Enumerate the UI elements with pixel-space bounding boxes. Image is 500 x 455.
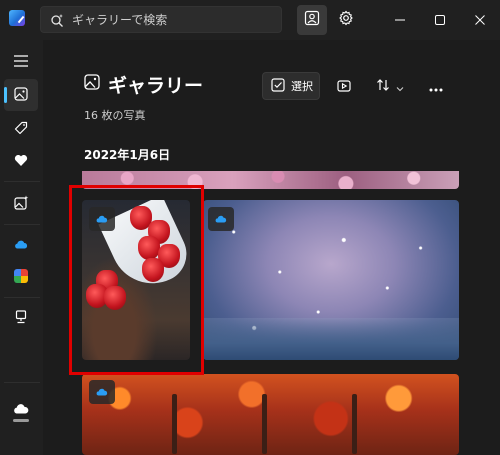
sidebar-item-gallery[interactable]: [4, 79, 38, 111]
storage-indicator: [13, 419, 29, 422]
page-title: ギャラリー: [108, 75, 204, 97]
search-sparkle-icon: [50, 13, 64, 27]
tree-trunk: [172, 394, 177, 454]
select-button[interactable]: 選択: [262, 72, 320, 100]
close-button[interactable]: [465, 5, 495, 35]
maximize-icon: [434, 11, 446, 30]
app-logo-icon: [9, 10, 25, 26]
tag-icon: [14, 120, 28, 139]
photo-autumn-forest[interactable]: [82, 374, 459, 455]
minimize-button[interactable]: [385, 5, 415, 35]
sidebar-divider: [4, 297, 40, 298]
cloud-icon: [215, 215, 227, 223]
close-icon: [474, 11, 486, 30]
menu-button[interactable]: [4, 45, 38, 77]
search-input[interactable]: ギャラリーで検索: [40, 6, 282, 33]
cloud-icon: [96, 388, 108, 396]
sort-button[interactable]: [370, 72, 410, 100]
photo-people-icon: [304, 10, 320, 30]
search-placeholder: ギャラリーで検索: [72, 13, 168, 27]
settings-button[interactable]: [331, 5, 361, 35]
tree-trunk: [352, 394, 357, 454]
tree-trunk: [262, 394, 267, 454]
sidebar-item-onedrive[interactable]: [4, 227, 38, 259]
sidebar-divider: [4, 181, 40, 182]
date-heading: 2022年1月6日: [84, 148, 171, 162]
pinwheel-icon: [14, 269, 28, 283]
sort-icon: [376, 77, 390, 96]
slideshow-icon: [337, 77, 351, 96]
slideshow-button[interactable]: [330, 72, 358, 100]
checkbox-icon: [271, 77, 285, 96]
photo-sparkles[interactable]: [203, 200, 459, 360]
photo-count: 16 枚の写真: [84, 109, 146, 122]
minimize-icon: [394, 11, 406, 30]
image-sparkle-icon: [13, 195, 29, 214]
sidebar-item-google-photos[interactable]: [4, 260, 38, 292]
chevron-down-icon: [396, 77, 404, 96]
sidebar-item-this-pc[interactable]: [4, 302, 38, 334]
sidebar-item-tags[interactable]: [4, 113, 38, 145]
sidebar-item-favorites[interactable]: [4, 145, 38, 177]
heart-icon: [14, 152, 28, 171]
highlight-box: [69, 185, 204, 375]
people-photo-button[interactable]: [297, 5, 327, 35]
sidebar-divider: [4, 382, 40, 383]
maximize-button[interactable]: [425, 5, 455, 35]
gallery-icon: [84, 74, 100, 90]
onedrive-badge: [89, 380, 115, 404]
more-icon: [429, 77, 443, 96]
onedrive-badge: [208, 207, 234, 231]
computer-icon: [14, 309, 28, 328]
active-indicator: [4, 87, 7, 103]
gear-icon: [338, 10, 354, 30]
hamburger-icon: [14, 52, 28, 71]
sparkle-floor: [203, 318, 459, 360]
select-label: 選択: [291, 80, 313, 93]
image-icon: [14, 86, 28, 105]
sidebar-item-edit[interactable]: [4, 188, 38, 220]
cloud-icon: [14, 234, 28, 253]
sidebar-divider: [4, 224, 40, 225]
cloud-white-icon: [13, 399, 29, 418]
more-options-button[interactable]: [422, 72, 450, 100]
